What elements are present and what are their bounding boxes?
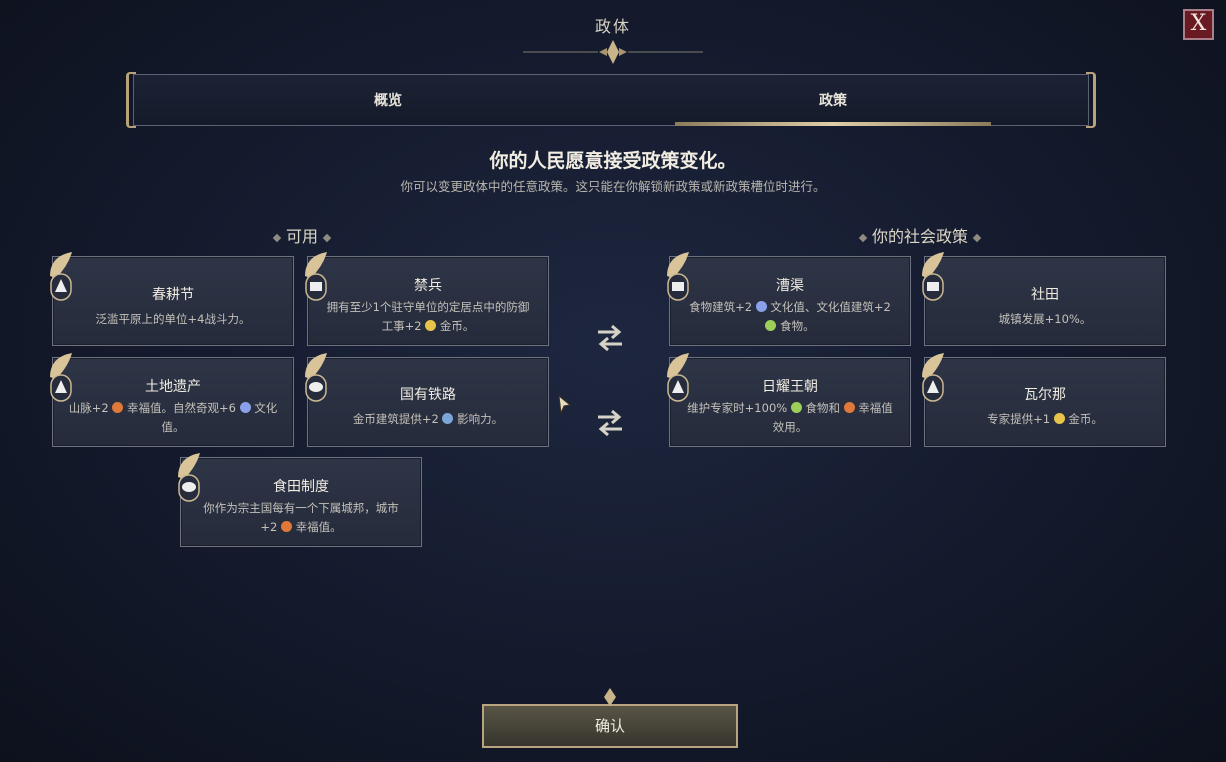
fort-icon [667,252,689,301]
policy-card-title: 日耀王朝 [762,379,818,395]
desc-text: 食物建筑+2 [689,300,753,314]
policy-card-fief-system[interactable]: 食田制度 你作为宗主国每有一个下属城邦，城市+2 幸福值。 [180,457,422,547]
tab-overview[interactable]: 概览 [238,90,538,110]
desc-text: 维护专家时+100% [687,401,788,415]
diamond-ornament [272,233,282,242]
policy-card-land-heritage[interactable]: 土地遗产 山脉+2 幸福值。自然奇观+6 文化值。 [52,357,294,447]
tabbar-bracket-right [1086,72,1096,128]
section-available-title: 可用 [262,223,342,247]
culture-icon [755,301,767,312]
title-ornament [523,40,703,64]
tree-icon [667,353,689,402]
policy-card-spring-festival[interactable]: 春耕节 泛滥平原上的单位+4战斗力。 [52,256,294,346]
page-subheading: 你可以变更政体中的任意政策。这只能在你解锁新政策或新政策槽位时进行。 [400,179,826,194]
policy-card-title: 社田 [1031,287,1059,303]
policy-card-desc: 拥有至少1个驻守单位的定居点中的防御工事+2 金币。 [322,298,534,336]
tree-icon [50,353,72,402]
food-icon [765,320,777,331]
coin-icon [425,320,437,331]
desc-text: 专家提供+1 [987,412,1051,426]
desc-text: 幸福值。 [295,520,342,534]
policy-card-forbidden-army[interactable]: 禁兵 拥有至少1个驻守单位的定居点中的防御工事+2 金币。 [307,256,549,346]
diamond-ornament [972,233,982,242]
tab-selected-indicator [675,122,991,126]
swap-arrows-icon[interactable] [592,405,628,441]
section-social-title: 你的社会政策 [840,223,1000,247]
culture-icon [239,402,251,413]
section-social-label: 你的社会政策 [871,227,968,246]
policy-card-title: 土地遗产 [145,379,201,395]
policy-card-desc: 城镇发展+10%。 [998,312,1092,326]
policy-card-desc: 山脉+2 幸福值。自然奇观+6 文化值。 [67,399,279,437]
coin-icon [1053,413,1065,424]
policy-card-state-railway[interactable]: 国有铁路 金币建筑提供+2 影响力。 [307,357,549,447]
desc-text: 食物。 [780,319,815,333]
mouse-cursor-icon [558,395,572,415]
diamond-ornament [858,233,868,242]
desc-text: 金币。 [439,319,475,333]
policy-card-desc: 食物建筑+2 文化值、文化值建筑+2 食物。 [684,298,896,336]
diamond-ornament [322,233,332,242]
confirm-button[interactable]: 确认 [482,704,738,748]
policy-card-canal[interactable]: 漕渠 食物建筑+2 文化值、文化值建筑+2 食物。 [669,256,911,346]
policy-card-varna[interactable]: 瓦尔那 专家提供+1 金币。 [924,357,1166,447]
policy-card-sun-dynasty[interactable]: 日耀王朝 维护专家时+100% 食物和 幸福值效用。 [669,357,911,447]
policy-card-title: 瓦尔那 [1024,387,1066,403]
fort-icon [922,252,944,301]
close-button[interactable]: X [1183,9,1214,40]
policy-card-title: 漕渠 [776,278,804,294]
policy-card-commune-field[interactable]: 社田 城镇发展+10%。 [924,256,1166,346]
policy-card-desc: 维护专家时+100% 食物和 幸福值效用。 [684,399,896,437]
policy-card-desc: 专家提供+1 金币。 [939,410,1151,429]
desc-text: 食物和 [805,401,841,415]
happiness-icon [112,402,124,413]
policy-card-desc: 泛滥平原上的单位+4战斗力。 [95,312,251,326]
confirm-ornament [604,688,616,706]
policy-card-title: 食田制度 [273,479,329,495]
happiness-icon [843,402,855,413]
desc-text: 文化值、文化值建筑+2 [770,300,891,314]
desc-text: 金币建筑提供+2 [352,412,439,426]
tab-policies[interactable]: 政策 [683,90,983,110]
policy-card-desc: 金币建筑提供+2 影响力。 [322,410,534,429]
fort-icon [305,252,327,301]
desc-text: 影响力。 [457,412,504,426]
swap-arrows-icon[interactable] [592,320,628,356]
desc-text: 幸福值。自然奇观+6 [127,401,236,415]
policy-card-title: 禁兵 [414,278,442,294]
policy-card-desc: 你作为宗主国每有一个下属城邦，城市+2 幸福值。 [195,499,407,537]
influence-icon [442,413,454,424]
tree-icon [50,252,72,301]
tree-icon [922,353,944,402]
elephant-icon [178,453,200,502]
food-icon [790,402,802,413]
policy-card-title: 春耕节 [152,287,194,303]
policy-card-title: 国有铁路 [400,387,456,403]
elephant-icon [305,353,327,402]
desc-text: 金币。 [1068,412,1103,426]
happiness-icon [280,521,292,532]
desc-text: 山脉+2 [68,401,109,415]
page-heading: 你的人民愿意接受政策变化。 [489,150,737,172]
section-available-label: 可用 [285,227,318,246]
window-title: 政体 [594,17,631,36]
